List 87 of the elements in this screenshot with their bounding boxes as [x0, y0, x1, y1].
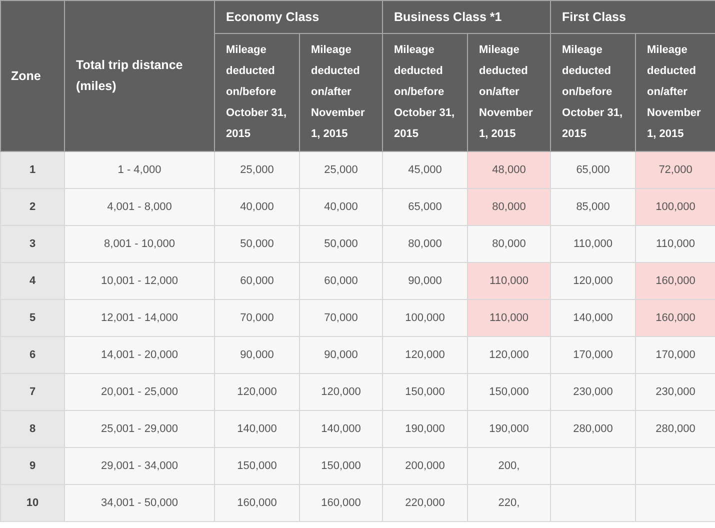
- table-cell: 70,000: [214, 300, 300, 336]
- zone-cell: 4: [0, 262, 64, 300]
- table-cell: 1 - 4,000: [64, 152, 214, 188]
- table-cell: 20,001 - 25,000: [64, 374, 214, 410]
- table-cell: 80,000: [382, 226, 468, 262]
- table-cell: 40,000: [214, 188, 300, 226]
- table-cell: 150,000: [300, 448, 382, 484]
- table-cell: 14,001 - 20,000: [64, 336, 214, 374]
- column-header: Mileage deducted on/before October 31, 2015: [382, 34, 468, 152]
- table-cell: 150,000: [214, 448, 300, 484]
- table-cell: 12,001 - 14,000: [64, 300, 214, 336]
- table-cell: 34,001 - 50,000: [64, 484, 214, 522]
- table-cell: 280,000: [550, 410, 636, 448]
- zone-cell: 8: [0, 410, 64, 448]
- table-cell: 50,000: [214, 226, 300, 262]
- table-cell: 170,000: [636, 336, 715, 374]
- column-header: Mileage deducted on/before October 31, 2015: [214, 34, 300, 152]
- table-cell: 90,000: [382, 262, 468, 300]
- table-cell: 70,000: [300, 300, 382, 336]
- table-cell: 230,000: [550, 374, 636, 410]
- table-cell: 80,000: [468, 188, 551, 226]
- zone-cell: 2: [0, 188, 64, 226]
- table-cell: 48,000: [468, 152, 551, 188]
- table-cell: 80,000: [468, 226, 551, 262]
- table-cell: 160,000: [636, 300, 715, 336]
- table-cell: 160,000: [636, 262, 715, 300]
- column-header: Mileage deducted on/after November 1, 2015: [636, 34, 715, 152]
- column-header: Mileage deducted on/before October 31, 2015: [550, 34, 636, 152]
- table-cell: 150,000: [468, 374, 551, 410]
- column-header: Mileage deducted on/after November 1, 2015: [300, 34, 382, 152]
- table-cell: 190,000: [468, 410, 551, 448]
- table-cell: 220,000: [382, 484, 468, 522]
- column-header: Total trip distance (miles): [64, 0, 214, 152]
- table-cell: 25,001 - 29,000: [64, 410, 214, 448]
- table-cell: 200,: [468, 448, 551, 484]
- table-cell: 140,000: [550, 300, 636, 336]
- table-cell: 120,000: [300, 374, 382, 410]
- zone-cell: 1: [0, 152, 64, 188]
- zone-cell: 5: [0, 300, 64, 336]
- table-cell: 120,000: [214, 374, 300, 410]
- table-cell: 60,000: [300, 262, 382, 300]
- zone-cell: 7: [0, 374, 64, 410]
- table-cell: 50,000: [300, 226, 382, 262]
- zone-cell: 6: [0, 336, 64, 374]
- table-cell: 10,001 - 12,000: [64, 262, 214, 300]
- table-cell: 110,000: [468, 262, 551, 300]
- table-cell: 45,000: [382, 152, 468, 188]
- table-cell: 60,000: [214, 262, 300, 300]
- table-cell: 150,000: [382, 374, 468, 410]
- table-cell: 160,000: [214, 484, 300, 522]
- zone-cell: 9: [0, 448, 64, 484]
- table-cell: 170,000: [550, 336, 636, 374]
- column-header: Zone: [0, 0, 64, 152]
- zone-cell: 3: [0, 226, 64, 262]
- table-cell: 25,000: [214, 152, 300, 188]
- table-cell: 140,000: [214, 410, 300, 448]
- table-cell: 120,000: [382, 336, 468, 374]
- column-group-header: Economy Class: [214, 0, 382, 34]
- table-cell: 100,000: [382, 300, 468, 336]
- table-cell: 110,000: [468, 300, 551, 336]
- table-cell: 190,000: [382, 410, 468, 448]
- table-cell: 160,000: [300, 484, 382, 522]
- table-cell: 140,000: [300, 410, 382, 448]
- table-cell: 90,000: [214, 336, 300, 374]
- table-cell: 65,000: [550, 152, 636, 188]
- table-cell: 280,000: [636, 410, 715, 448]
- column-group-header: First Class: [550, 0, 715, 34]
- table-cell: 4,001 - 8,000: [64, 188, 214, 226]
- column-group-header: Business Class *1: [382, 0, 551, 34]
- table-cell: 120,000: [468, 336, 551, 374]
- table-cell: 8,001 - 10,000: [64, 226, 214, 262]
- table-cell: 72,000: [636, 152, 715, 188]
- table-cell: 29,001 - 34,000: [64, 448, 214, 484]
- table-cell: 220,: [468, 484, 551, 522]
- zone-cell: 10: [0, 484, 64, 522]
- table-cell: 110,000: [636, 226, 715, 262]
- column-header: Mileage deducted on/after November 1, 2015: [468, 34, 551, 152]
- table-cell: 110,000: [550, 226, 636, 262]
- table-cell: 90,000: [300, 336, 382, 374]
- table-cell: 40,000: [300, 188, 382, 226]
- table-cell: 65,000: [382, 188, 468, 226]
- table-cell: 120,000: [550, 262, 636, 300]
- table-cell: 85,000: [550, 188, 636, 226]
- table-cell: 100,000: [636, 188, 715, 226]
- table-cell: 25,000: [300, 152, 382, 188]
- table-cell: 200,000: [382, 448, 468, 484]
- table-cell: 230,000: [636, 374, 715, 410]
